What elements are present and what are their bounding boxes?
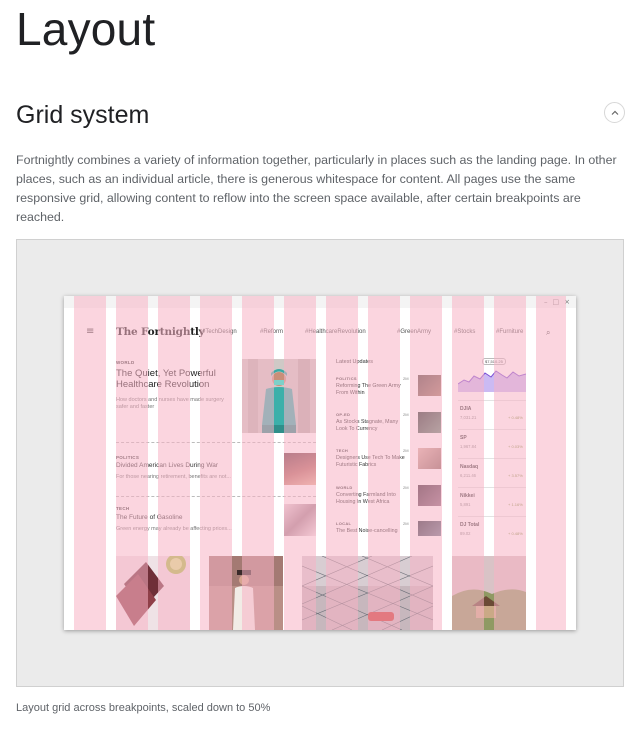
list-item-thumbnail[interactable]	[418, 521, 441, 536]
collapse-section-button[interactable]	[604, 102, 625, 123]
story-deck: Green energy may already be affecting pr…	[116, 526, 232, 532]
chevron-up-icon	[611, 110, 618, 115]
list-item-time: 2M	[403, 521, 409, 526]
stock-value: 1,967.84	[460, 444, 477, 449]
list-item-thumbnail[interactable]	[418, 485, 441, 506]
list-item-time: 2M	[403, 412, 409, 417]
list-item-kicker: POLITICS	[336, 376, 357, 381]
fence-photo	[302, 556, 433, 630]
list-item-headline[interactable]: As Stocks Stagnate, Many Look To Currenc…	[336, 419, 411, 433]
stock-change: + 3.57%	[508, 473, 523, 478]
story-photo[interactable]	[284, 453, 316, 485]
stock-value: 89.02	[460, 531, 471, 536]
story-photo[interactable]	[284, 504, 316, 536]
stock-change: + 0.48%	[508, 531, 523, 536]
stock-price-tag: $7,510.25	[482, 358, 506, 365]
soldier-photo	[209, 556, 283, 630]
healthcare-worker-image	[242, 359, 316, 433]
figure-caption: Layout grid across breakpoints, scaled d…	[16, 702, 271, 714]
list-item-headline[interactable]: Reforming The Green Army From Within	[336, 383, 411, 397]
list-item-time: 2M	[403, 485, 409, 490]
list-item-headline[interactable]: Designers Use Tech To Make Futuristic Fa…	[336, 455, 411, 469]
section-title: Grid system	[16, 101, 150, 129]
stock-value: 5,891	[460, 502, 471, 507]
divider	[458, 429, 526, 430]
bottom-photo-4[interactable]	[452, 556, 526, 630]
stock-change: + 0.48%	[508, 415, 523, 420]
stock-name: SP	[460, 435, 467, 441]
abstract-photo	[116, 556, 190, 630]
bottom-photo-1[interactable]	[116, 556, 190, 630]
stock-name: Nasdaq	[460, 464, 479, 470]
divider	[458, 400, 526, 401]
list-item-kicker: TECH	[336, 448, 349, 453]
lead-headline[interactable]: The Quiet, Yet Powerful Healthcare Revol…	[116, 368, 234, 390]
list-item-headline[interactable]: The Best Noise-cancelling	[336, 528, 411, 535]
divider	[116, 496, 316, 497]
divider	[458, 487, 526, 488]
stock-change: + 0.03%	[508, 444, 523, 449]
list-item-time: 2M	[403, 448, 409, 453]
divider	[458, 458, 526, 459]
stock-name: Nikkei	[460, 493, 475, 499]
mock-app-window: – □ × ≡ The Fortnightly #TechDesign #Ref…	[64, 296, 576, 630]
intro-paragraph: Fortnightly combines a variety of inform…	[16, 153, 617, 224]
lead-deck: How doctors and nurses have made surgery…	[116, 397, 224, 410]
story-deck: For those nearing retirement, benefits a…	[116, 474, 231, 480]
latest-updates-title: Latest Updates	[336, 359, 373, 365]
stock-value: 7,031.21	[460, 415, 477, 420]
story-headline[interactable]: Divided American Lives During War	[116, 462, 218, 470]
list-item-kicker: WORLD	[336, 485, 353, 490]
list-item-kicker: LOCAL	[336, 521, 352, 526]
story-kicker: POLITICS	[116, 455, 140, 460]
stock-change: + 1.16%	[508, 502, 523, 507]
stock-value: 6,211.46	[460, 473, 476, 478]
story-headline[interactable]: The Future of Gasoline	[116, 514, 182, 522]
mock-content: WORLD The Quiet, Yet Powerful Healthcare…	[64, 296, 576, 630]
story-kicker: TECH	[116, 506, 130, 511]
list-item-kicker: OP-ED	[336, 412, 351, 417]
lead-kicker: WORLD	[116, 360, 135, 365]
bottom-photo-2[interactable]	[209, 556, 283, 630]
list-item-thumbnail[interactable]	[418, 375, 441, 396]
stock-name: DJIA	[460, 406, 472, 412]
divider	[458, 516, 526, 517]
stock-sparkline-chart	[458, 370, 526, 392]
divider	[116, 442, 316, 443]
stock-name: DJ Total	[460, 522, 480, 528]
page-title: Layout	[16, 3, 156, 55]
list-item-headline[interactable]: Converting Farmland Into Housing In West…	[336, 492, 411, 506]
landscape-photo	[452, 556, 526, 630]
list-item-thumbnail[interactable]	[418, 412, 441, 433]
bottom-photo-3[interactable]	[302, 556, 433, 630]
layout-grid-figure: – □ × ≡ The Fortnightly #TechDesign #Ref…	[16, 239, 624, 687]
lead-photo[interactable]	[242, 359, 316, 433]
list-item-thumbnail[interactable]	[418, 448, 441, 469]
list-item-time: 2M	[403, 376, 409, 381]
